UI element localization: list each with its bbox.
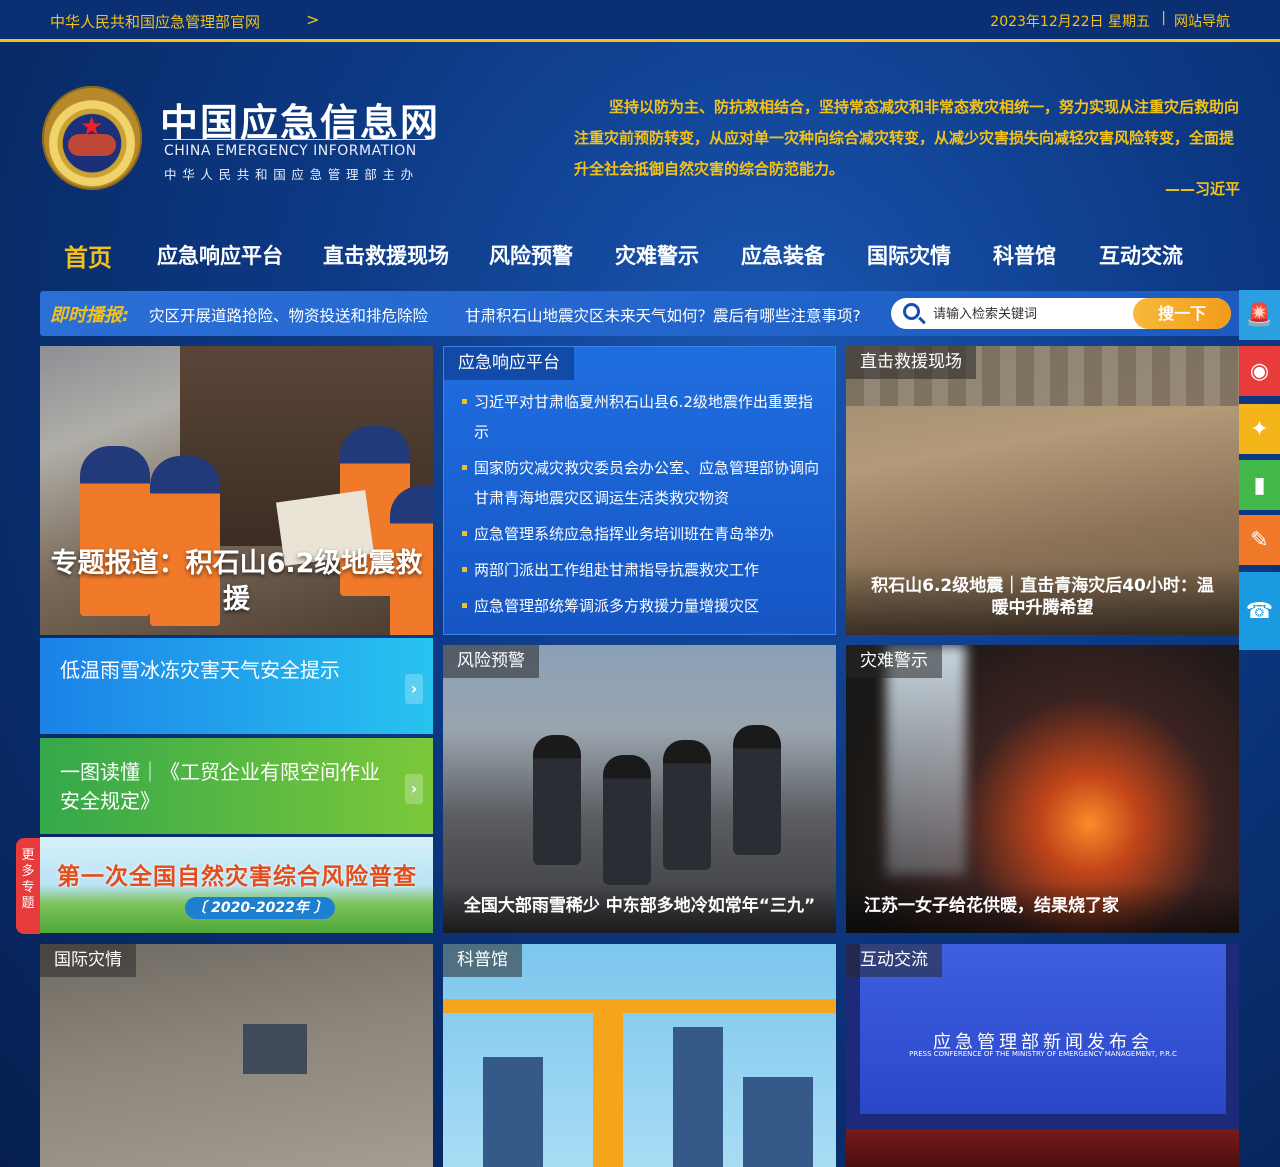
interaction-panel[interactable]: 应急管理部新闻发布会 PRESS CONFERENCE OF THE MINIS… — [846, 944, 1239, 1167]
nav-equipment[interactable]: 应急装备 — [741, 240, 825, 270]
topbar-separator: | — [1161, 10, 1166, 26]
weibo-icon[interactable]: ◉ — [1239, 346, 1280, 396]
panel-tag[interactable]: 国际灾情 — [40, 944, 136, 977]
phone-icon[interactable]: ☎ — [1239, 572, 1280, 650]
main-nav: 首页 应急响应平台 直击救援现场 风险预警 灾难警示 应急装备 国际灾情 科普馆… — [40, 240, 1240, 276]
nav-interaction[interactable]: 互动交流 — [1099, 240, 1183, 270]
emblem-logo[interactable]: ★ — [42, 86, 142, 190]
rescue-scene-panel[interactable]: 直击救援现场 积石山6.2级地震｜直击青海灾后40小时：温暖中升腾希望 — [846, 346, 1239, 635]
search-button[interactable]: 搜一下 — [1133, 298, 1231, 329]
nav-risk-warning[interactable]: 风险预警 — [489, 240, 573, 270]
banner-title: 第一次全国自然灾害综合风险普查 — [57, 864, 417, 890]
promo-text[interactable]: 低温雨雪冰冻灾害天气安全提示 — [60, 656, 340, 685]
emergency-response-panel: 应急响应平台 习近平对甘肃临夏州积石山县6.2级地震作出重要指示 国家防灾减灾救… — [443, 346, 836, 635]
science-panel[interactable]: 科普馆 — [443, 944, 836, 1167]
flash-news-bar: 即时播报: 灾区开展道路抢险、物资投送和排危除险 甘肃积石山地震灾区未来天气如何… — [40, 291, 1240, 336]
flash-news-item[interactable]: 灾区开展道路抢险、物资投送和排危除险 — [143, 304, 428, 326]
international-panel[interactable]: 国际灾情 — [40, 944, 433, 1167]
badge-icon[interactable]: ✦ — [1239, 404, 1280, 454]
flash-news-item[interactable]: 甘肃积石山地震灾区未来天气如何？震后有哪些注意事项? — [465, 304, 861, 326]
chevron-right-icon[interactable]: > — [306, 10, 319, 29]
rescue-caption[interactable]: 积石山6.2级地震｜直击青海灾后40小时：温暖中升腾希望 — [846, 563, 1239, 635]
site-sponsor: 中华人民共和国应急管理部主办 — [164, 167, 419, 182]
sitemap-link[interactable]: 网站导航 — [1174, 11, 1230, 31]
top-bar: 中华人民共和国应急管理部官网 > 2023年12月22日 星期五 | 网站导航 — [0, 0, 1280, 42]
nav-home[interactable]: 首页 — [64, 238, 112, 273]
promo-text[interactable]: 一图读懂｜《工贸企业有限空间作业安全规定》 — [60, 758, 390, 816]
nav-emergency-response[interactable]: 应急响应平台 — [157, 240, 283, 270]
disaster-alert-panel[interactable]: 灾难警示 江苏一女子给花供暖，结果烧了家 — [846, 645, 1239, 933]
motto-quote: 坚持以防为主、防抗救相结合，坚持常态减灾和非常态救灾相统一，努力实现从注重灾后救… — [574, 98, 1240, 178]
risk-caption[interactable]: 全国大部雨雪稀少 中东部多地冷如常年“三九” — [443, 883, 836, 933]
ministry-site-link[interactable]: 中华人民共和国应急管理部官网 — [50, 11, 260, 32]
arrow-right-icon[interactable]: › — [405, 774, 423, 804]
list-item[interactable]: 国家防灾减灾救灾委员会办公室、应急管理部协调向甘肃青海地震灾区调运生活类救灾物资 — [462, 453, 822, 513]
pen-icon[interactable]: ✎ — [1239, 515, 1280, 565]
alarm-icon[interactable]: 🚨 — [1239, 290, 1280, 340]
arrow-right-icon[interactable]: › — [405, 674, 423, 704]
flash-label: 即时播报: — [50, 305, 130, 326]
risk-warning-panel[interactable]: 风险预警 全国大部雨雪稀少 中东部多地冷如常年“三九” — [443, 645, 836, 933]
nav-international[interactable]: 国际灾情 — [867, 240, 951, 270]
list-item[interactable]: 应急管理系统应急指挥业务培训班在青岛举办 — [462, 519, 822, 549]
list-item[interactable]: 两部门派出工作组赴甘肃指导抗震救灾工作 — [462, 555, 822, 585]
nav-disaster-alert[interactable]: 灾难警示 — [615, 240, 699, 270]
banner-years: 〔 2020-2022年 〕 — [185, 897, 335, 919]
search-box: 搜一下 — [891, 298, 1231, 329]
nav-rescue-scene[interactable]: 直击救援现场 — [323, 240, 449, 270]
site-title-en: CHINA EMERGENCY INFORMATION — [164, 143, 417, 159]
panel-tag[interactable]: 直击救援现场 — [846, 346, 976, 379]
list-item[interactable]: 应急管理部统筹调派多方救援力量增援灾区 — [462, 591, 822, 621]
extinguisher-icon[interactable]: ▮ — [1239, 460, 1280, 510]
panel-tag[interactable]: 风险预警 — [443, 645, 539, 678]
disaster-caption[interactable]: 江苏一女子给花供暖，结果烧了家 — [846, 883, 1239, 933]
more-topics-tab[interactable]: 更多专题 — [16, 838, 40, 934]
promo-regulation[interactable]: 一图读懂｜《工贸企业有限空间作业安全规定》 › — [40, 738, 433, 834]
panel-tag[interactable]: 灾难警示 — [846, 645, 942, 678]
conference-title-en: PRESS CONFERENCE OF THE MINISTRY OF EMER… — [909, 1050, 1177, 1058]
search-icon — [903, 303, 920, 320]
current-date: 2023年12月22日 星期五 — [990, 14, 1150, 30]
feature-report[interactable]: 专题报道：积石山6.2级地震救援 — [40, 346, 433, 635]
census-banner[interactable]: 第一次全国自然灾害综合风险普查 〔 2020-2022年 〕 — [40, 837, 433, 933]
panel-tag[interactable]: 互动交流 — [846, 944, 942, 977]
feature-caption[interactable]: 专题报道：积石山6.2级地震救援 — [40, 546, 433, 618]
panel-tag[interactable]: 应急响应平台 — [444, 347, 574, 380]
nav-science[interactable]: 科普馆 — [993, 240, 1056, 270]
motto-author: ——习近平 — [1164, 180, 1240, 198]
list-item[interactable]: 习近平对甘肃临夏州积石山县6.2级地震作出重要指示 — [462, 387, 822, 447]
panel-tag[interactable]: 科普馆 — [443, 944, 522, 977]
promo-weather-safety[interactable]: 低温雨雪冰冻灾害天气安全提示 › — [40, 638, 433, 734]
search-input[interactable] — [933, 303, 1123, 325]
